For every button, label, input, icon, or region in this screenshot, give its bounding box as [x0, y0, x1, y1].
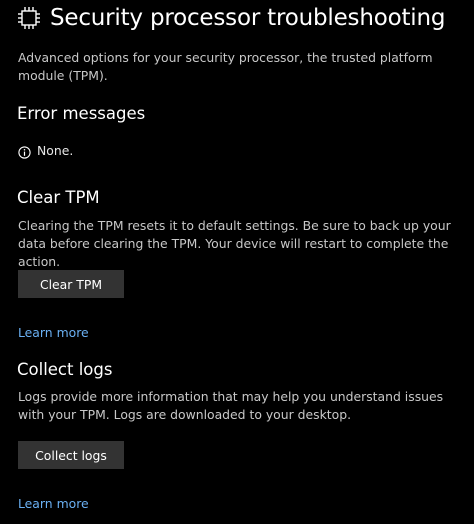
- collect-logs-heading: Collect logs: [17, 360, 113, 379]
- error-status-row: None.: [18, 143, 74, 159]
- page-title: Security processor troubleshooting: [50, 5, 446, 31]
- collect-logs-button[interactable]: Collect logs: [18, 441, 124, 469]
- collect-logs-learn-more-link[interactable]: Learn more: [18, 496, 89, 511]
- page-header: Security processor troubleshooting: [17, 5, 445, 31]
- clear-tpm-button[interactable]: Clear TPM: [18, 270, 124, 298]
- error-messages-heading: Error messages: [17, 104, 146, 123]
- error-status-text: None.: [37, 143, 74, 158]
- clear-tpm-description: Clearing the TPM resets it to default se…: [18, 218, 451, 269]
- collect-logs-description: Logs provide more information that may h…: [18, 389, 444, 422]
- clear-tpm-heading: Clear TPM: [17, 188, 100, 207]
- chip-icon: [17, 6, 41, 30]
- page-description: Advanced options for your security proce…: [18, 50, 433, 83]
- info-icon: [18, 144, 31, 159]
- security-processor-troubleshooting-page: Security processor troubleshooting Advan…: [0, 0, 474, 524]
- clear-tpm-learn-more-link[interactable]: Learn more: [18, 325, 89, 340]
